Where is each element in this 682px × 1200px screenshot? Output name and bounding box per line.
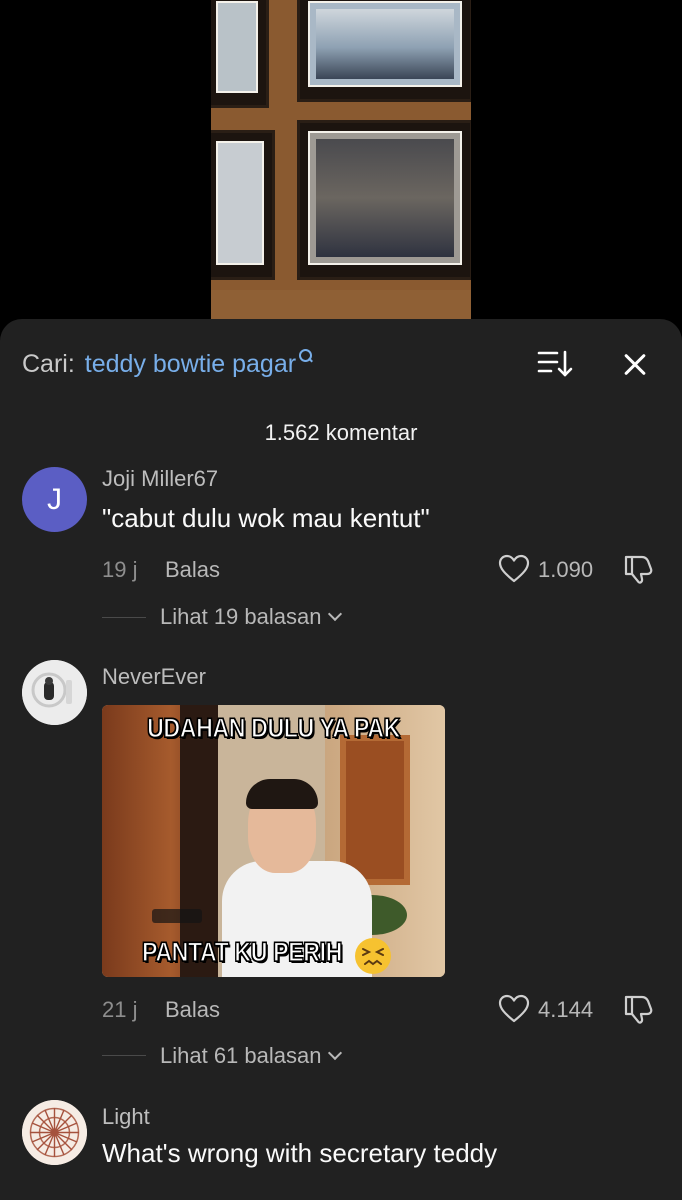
video-player[interactable] xyxy=(211,0,471,330)
chevron-down-icon xyxy=(328,1045,343,1061)
reply-button[interactable]: Balas xyxy=(165,997,220,1023)
chevron-down-icon xyxy=(328,606,343,622)
search-query-link[interactable]: teddy bowtie pagar xyxy=(85,350,296,379)
avatar-initial: J xyxy=(47,482,62,516)
dislike-icon[interactable] xyxy=(622,993,654,1025)
like-count: 1.090 xyxy=(538,557,594,582)
replies-divider xyxy=(102,1055,146,1056)
view-replies-button[interactable]: Lihat 19 balasan xyxy=(160,604,343,630)
comment-time: 19 j xyxy=(102,557,138,582)
replies-divider xyxy=(102,617,146,618)
heart-icon[interactable] xyxy=(498,994,530,1024)
avatar-photo xyxy=(22,660,87,725)
comment-image[interactable]: UDAHAN DULU YA PAK PANTAT KU PERIH xyxy=(102,705,445,977)
like-count: 4.144 xyxy=(538,997,594,1022)
search-icon xyxy=(299,349,313,363)
comment-username[interactable]: NeverEver xyxy=(102,664,206,690)
dislike-icon[interactable] xyxy=(622,553,654,585)
comment-text: "cabut dulu wok mau kentut" xyxy=(102,503,430,533)
view-replies-label: Lihat 19 balasan xyxy=(160,604,322,629)
close-button[interactable] xyxy=(618,347,652,381)
search-suggestion[interactable]: Cari: teddy bowtie pagar xyxy=(22,349,313,379)
comment-count: 1.562 komentar xyxy=(264,420,418,445)
heart-icon[interactable] xyxy=(498,554,530,584)
avatar-mandala xyxy=(22,1100,87,1165)
avatar[interactable] xyxy=(22,1100,87,1165)
sort-button[interactable] xyxy=(537,349,573,379)
avatar[interactable] xyxy=(22,660,87,725)
comment-time: 21 j xyxy=(102,997,138,1022)
meme-caption-bottom: PANTAT KU PERIH xyxy=(141,936,342,967)
watermark xyxy=(152,909,202,923)
video-frame-photo xyxy=(211,130,275,280)
search-prefix: Cari: xyxy=(22,349,75,378)
avatar[interactable]: J xyxy=(22,467,87,532)
view-replies-button[interactable]: Lihat 61 balasan xyxy=(160,1043,343,1069)
view-replies-label: Lihat 61 balasan xyxy=(160,1043,322,1068)
meme-caption-top: UDAHAN DULU YA PAK xyxy=(147,712,401,743)
sort-icon xyxy=(537,350,573,377)
video-frame-photo xyxy=(297,120,471,280)
comments-sheet: Cari: teddy bowtie pagar 1.562 komentar … xyxy=(0,319,682,1200)
reply-button[interactable]: Balas xyxy=(165,557,220,583)
persevering-face-emoji-icon xyxy=(355,938,391,974)
video-frame-photo xyxy=(211,0,269,108)
comment-username[interactable]: Joji Miller67 xyxy=(102,466,218,492)
comment-username[interactable]: Light xyxy=(102,1104,150,1130)
video-frame-photo xyxy=(297,0,471,102)
comment-text: What's wrong with secretary teddy xyxy=(102,1138,498,1168)
